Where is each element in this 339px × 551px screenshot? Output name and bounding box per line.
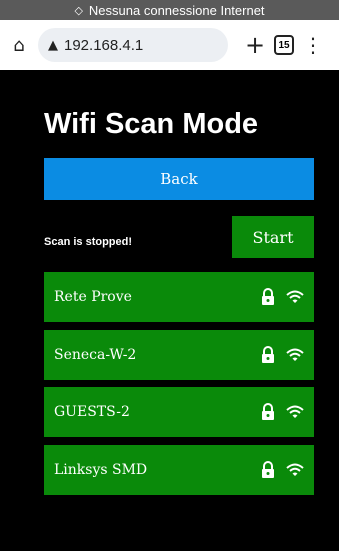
system-status-bar: ◇ Nessuna connessione Internet bbox=[0, 0, 339, 20]
scan-status-text: Scan is stopped! bbox=[44, 236, 133, 248]
lock-icon bbox=[262, 346, 274, 363]
wifi-icon bbox=[286, 463, 304, 476]
network-item[interactable]: GUESTS-2 bbox=[44, 387, 314, 437]
tab-count: 15 bbox=[278, 39, 290, 51]
lock-icon bbox=[262, 461, 274, 478]
no-signal-icon: ◇ bbox=[74, 4, 83, 17]
more-vertical-icon[interactable]: ⋮ bbox=[302, 33, 324, 57]
home-icon[interactable]: ⌂ bbox=[8, 35, 30, 56]
network-item[interactable]: Linksys SMD bbox=[44, 445, 314, 495]
wifi-icon bbox=[286, 405, 304, 418]
wifi-icon bbox=[286, 348, 304, 361]
lock-icon bbox=[262, 403, 274, 420]
plus-icon[interactable]: + bbox=[244, 31, 266, 59]
network-name: Seneca-W-2 bbox=[54, 347, 137, 363]
network-item[interactable]: Rete Prove bbox=[44, 272, 314, 322]
tab-switcher-button[interactable]: 15 bbox=[274, 35, 294, 55]
start-button[interactable]: Start bbox=[232, 216, 314, 258]
address-bar[interactable]: ▲ 192.168.4.1 bbox=[38, 28, 228, 62]
network-item[interactable]: Seneca-W-2 bbox=[44, 330, 314, 380]
warning-icon[interactable]: ▲ bbox=[48, 38, 58, 53]
browser-toolbar: ⌂ ▲ 192.168.4.1 + 15 ⋮ bbox=[0, 20, 339, 70]
network-name: GUESTS-2 bbox=[54, 404, 130, 420]
page-title: Wifi Scan Mode bbox=[44, 108, 259, 140]
back-button[interactable]: Back bbox=[44, 158, 314, 200]
url-text: 192.168.4.1 bbox=[64, 36, 144, 54]
network-name: Rete Prove bbox=[54, 289, 132, 305]
status-text: Nessuna connessione Internet bbox=[88, 2, 265, 18]
network-name: Linksys SMD bbox=[54, 462, 148, 478]
lock-icon bbox=[262, 288, 274, 305]
wifi-icon bbox=[286, 290, 304, 303]
